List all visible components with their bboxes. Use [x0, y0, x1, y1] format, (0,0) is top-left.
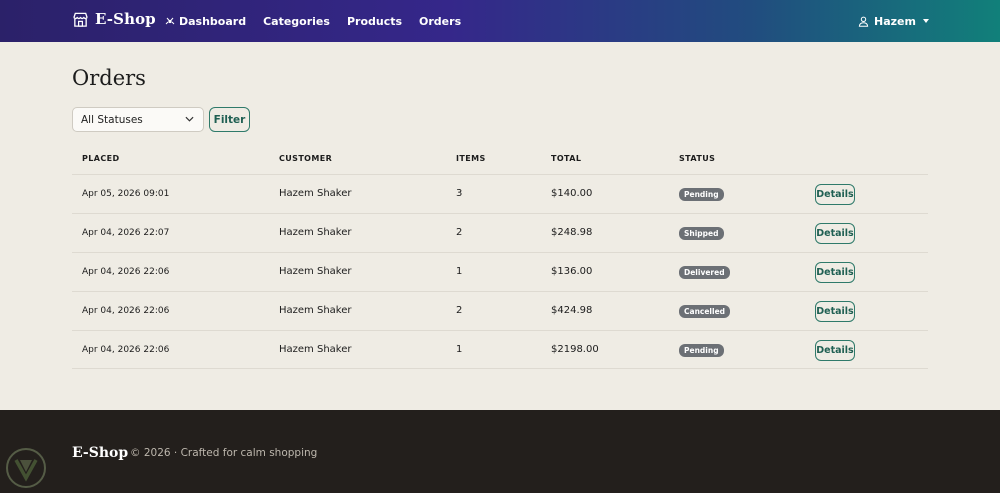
details-button[interactable]: Details	[815, 340, 855, 361]
top-navbar: E-Shop Dashboard Categories Products Ord…	[0, 0, 1000, 42]
cell-items: 2	[456, 227, 463, 238]
table-header: PLACED CUSTOMER ITEMS TOTAL STATUS	[72, 144, 928, 174]
watermark-logo-icon	[6, 448, 46, 488]
cell-customer: Hazem Shaker	[279, 227, 352, 238]
nav-orders[interactable]: Orders	[419, 15, 461, 28]
cell-items: 1	[456, 266, 463, 277]
cell-customer: Hazem Shaker	[279, 188, 352, 199]
chevron-down-icon	[185, 116, 194, 122]
header-status: STATUS	[679, 154, 716, 163]
brand-name: E-Shop	[95, 10, 156, 28]
footer-brand: E-Shop	[72, 445, 129, 461]
cell-customer: Hazem Shaker	[279, 266, 352, 277]
header-items: ITEMS	[456, 154, 486, 163]
details-button[interactable]: Details	[815, 184, 855, 205]
cell-items: 2	[456, 305, 463, 316]
cell-placed: Apr 04, 2026 22:06	[82, 267, 170, 277]
user-icon	[858, 16, 869, 27]
cell-placed: Apr 04, 2026 22:07	[82, 228, 170, 238]
cell-placed: Apr 04, 2026 22:06	[82, 306, 170, 316]
header-customer: CUSTOMER	[279, 154, 333, 163]
table-row: Apr 04, 2026 22:06 Hazem Shaker 1 $136.0…	[72, 252, 928, 291]
filter-button[interactable]: Filter	[209, 107, 250, 132]
header-placed: PLACED	[82, 154, 120, 163]
cell-placed: Apr 05, 2026 09:01	[82, 189, 170, 199]
dashboard-icon	[165, 17, 175, 25]
cell-items: 1	[456, 344, 463, 355]
details-button[interactable]: Details	[815, 301, 855, 322]
cell-customer: Hazem Shaker	[279, 344, 352, 355]
details-button[interactable]: Details	[815, 223, 855, 244]
header-total: TOTAL	[551, 154, 582, 163]
footer-copyright: © 2026 · Crafted for calm shopping	[130, 447, 318, 459]
cell-total: $424.98	[551, 305, 593, 316]
cell-total: $2198.00	[551, 344, 599, 355]
table-row: Apr 04, 2026 22:07 Hazem Shaker 2 $248.9…	[72, 213, 928, 252]
status-badge: Pending	[679, 188, 724, 201]
main-nav: Dashboard Categories Products Orders	[165, 0, 478, 42]
status-badge: Pending	[679, 344, 724, 357]
user-menu-toggle[interactable]: Hazem	[858, 0, 929, 42]
cell-total: $140.00	[551, 188, 593, 199]
brand-link[interactable]: E-Shop	[72, 10, 156, 28]
cell-total: $136.00	[551, 266, 593, 277]
status-badge: Shipped	[679, 227, 724, 240]
status-filter-select[interactable]: All Statuses	[72, 107, 204, 132]
status-filter-value: All Statuses	[81, 113, 143, 126]
details-button[interactable]: Details	[815, 262, 855, 283]
user-name: Hazem	[874, 14, 916, 28]
status-badge: Delivered	[679, 266, 730, 279]
nav-dashboard-label: Dashboard	[179, 14, 247, 28]
table-row: Apr 05, 2026 09:01 Hazem Shaker 3 $140.0…	[72, 174, 928, 213]
page-title: Orders	[72, 66, 146, 90]
nav-categories[interactable]: Categories	[263, 15, 330, 28]
store-icon	[73, 12, 88, 27]
cell-placed: Apr 04, 2026 22:06	[82, 345, 170, 355]
nav-products[interactable]: Products	[347, 15, 402, 28]
cell-total: $248.98	[551, 227, 593, 238]
orders-table: PLACED CUSTOMER ITEMS TOTAL STATUS Apr 0…	[72, 144, 928, 369]
cell-items: 3	[456, 188, 463, 199]
cell-customer: Hazem Shaker	[279, 305, 352, 316]
table-row: Apr 04, 2026 22:06 Hazem Shaker 2 $424.9…	[72, 291, 928, 330]
site-footer: E-Shop © 2026 · Crafted for calm shoppin…	[0, 410, 1000, 493]
status-badge: Cancelled	[679, 305, 731, 318]
table-row: Apr 04, 2026 22:06 Hazem Shaker 1 $2198.…	[72, 330, 928, 369]
nav-dashboard[interactable]: Dashboard	[165, 15, 246, 28]
caret-down-icon	[922, 19, 929, 23]
